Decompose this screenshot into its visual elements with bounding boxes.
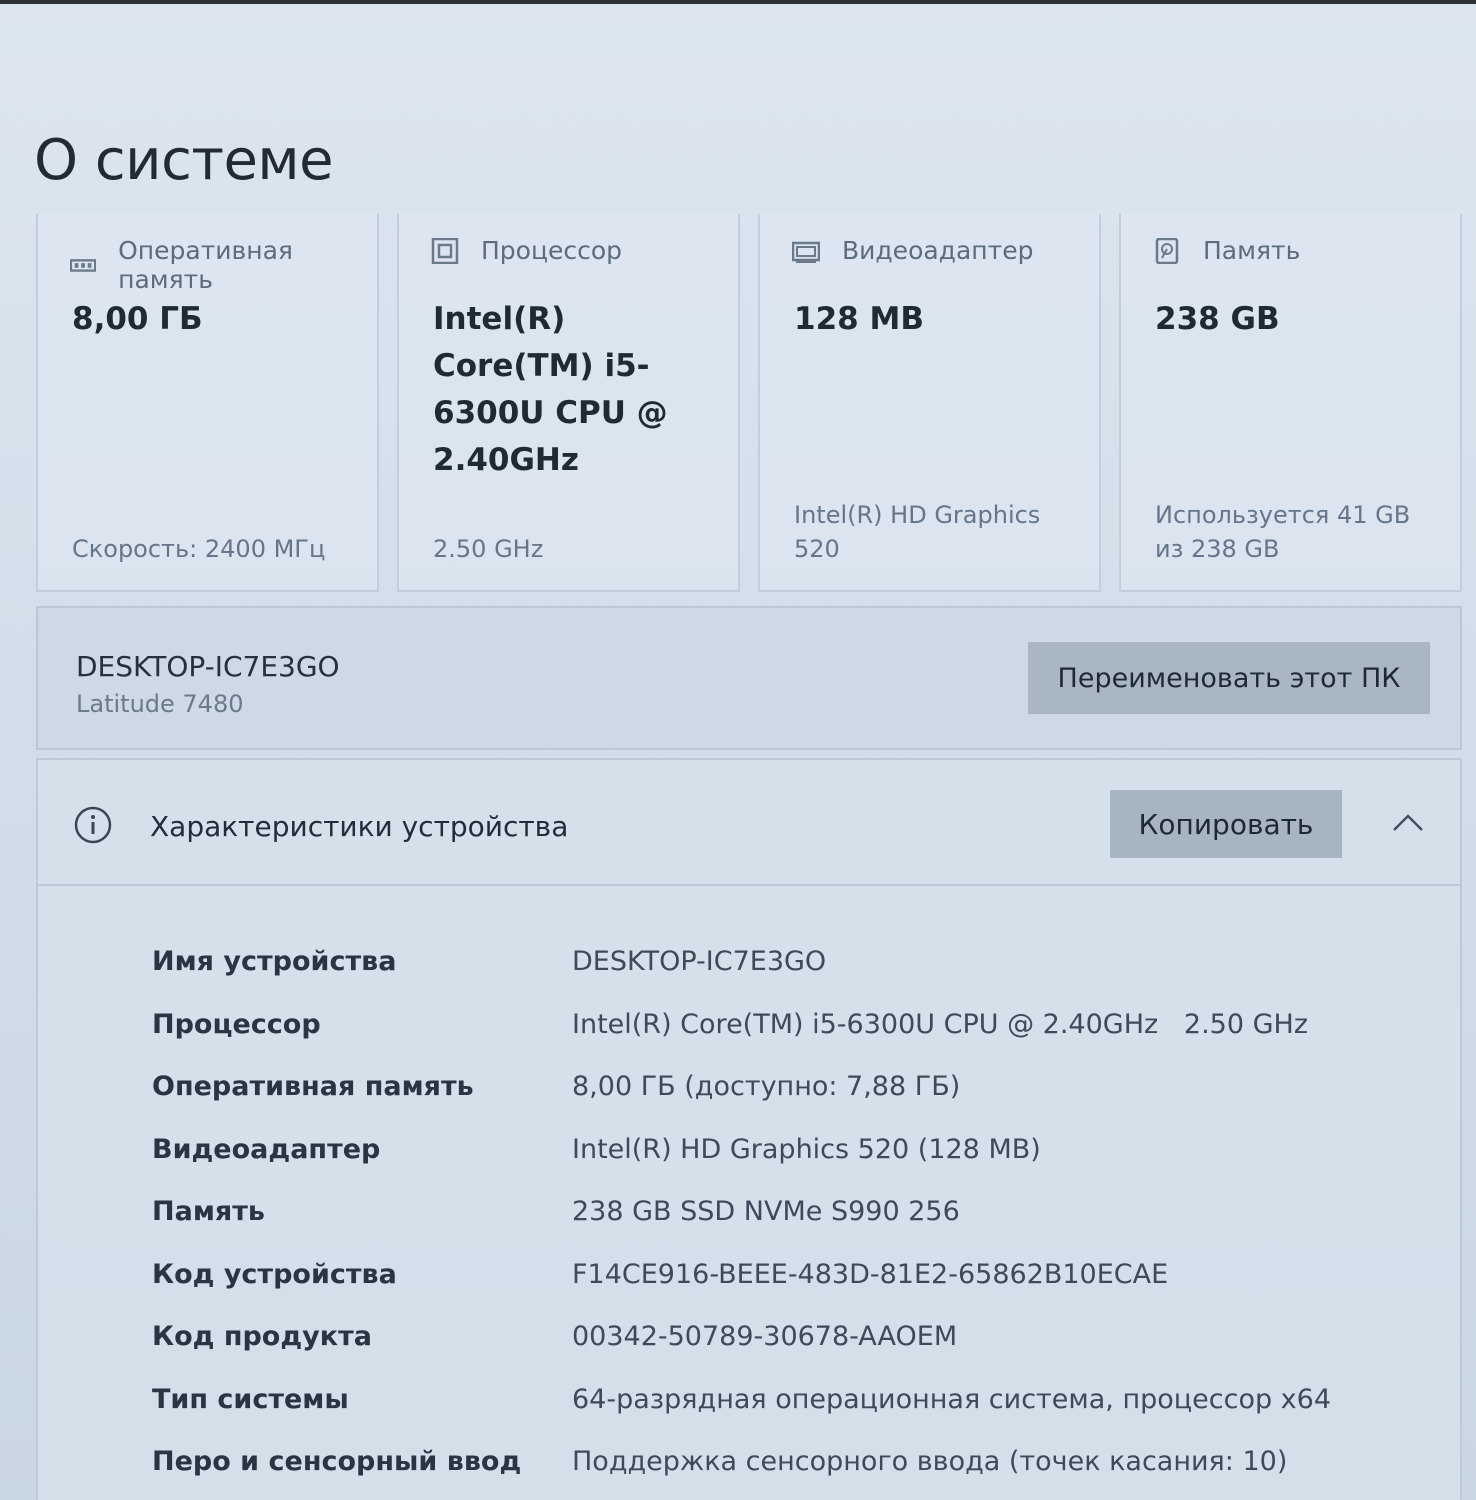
card-storage: Память 238 GB Используется 41 GB из 238 … <box>1119 214 1462 592</box>
spec-row: Имя устройства DESKTOP-IC7E3GO <box>152 946 1442 1009</box>
window-top-edge <box>0 0 1476 4</box>
spec-row: Код продукта 00342-50789-30678-AAOEM <box>152 1321 1442 1384</box>
spec-row: Перо и сенсорный ввод Поддержка сенсорно… <box>152 1446 1442 1500</box>
spec-value: 8,00 ГБ (доступно: 7,88 ГБ) <box>572 1071 961 1102</box>
card-header: Оперативная память <box>70 236 377 294</box>
spec-label: Код устройства <box>152 1258 397 1290</box>
device-name-panel: DESKTOP-IC7E3GO Latitude 7480 Переименов… <box>36 606 1462 750</box>
spec-cards: Оперативная память 8,00 ГБ Скорость: 240… <box>36 214 1462 592</box>
spec-value: 238 GB SSD NVMe S990 256 <box>572 1196 960 1227</box>
spec-row: Видеоадаптер Intel(R) HD Graphics 520 (1… <box>152 1134 1442 1197</box>
spec-label: Видеоадаптер <box>152 1133 381 1165</box>
card-label: Оперативная память <box>118 236 293 294</box>
card-value: 128 MB <box>794 301 924 337</box>
card-header: Процессор <box>431 236 622 265</box>
spec-row: Процессор Intel(R) Core(TM) i5-6300U CPU… <box>152 1009 1442 1072</box>
spec-label: Имя устройства <box>152 946 397 977</box>
device-specifications-section: Характеристики устройства Копировать Имя… <box>36 758 1462 1500</box>
card-header: Память <box>1153 236 1300 265</box>
spec-row: Память 238 GB SSD NVMe S990 256 <box>152 1196 1442 1259</box>
card-detail: 2.50 GHz <box>433 535 544 563</box>
device-name: DESKTOP-IC7E3GO <box>76 650 340 683</box>
storage-icon <box>1155 237 1179 264</box>
card-value: 238 GB <box>1155 301 1280 337</box>
card-detail: Intel(R) HD Graphics 520 <box>794 501 1041 563</box>
spec-value: F14CE916-BEEE-483D-81E2-65862B10ECAE <box>572 1258 1169 1290</box>
spec-value: Intel(R) HD Graphics 520 (128 MB) <box>572 1133 1041 1165</box>
spec-row: Оперативная память 8,00 ГБ (доступно: 7,… <box>152 1071 1442 1134</box>
ram-icon <box>70 259 97 272</box>
card-detail: Используется 41 GB из 238 GB <box>1155 501 1411 563</box>
video-adapter-icon <box>792 241 820 263</box>
spec-value: 64-разрядная операционная система, проце… <box>572 1383 1332 1415</box>
card-label: Память <box>1203 236 1301 265</box>
page-title: О системе <box>34 128 334 193</box>
copy-button[interactable]: Копировать <box>1110 790 1342 858</box>
spec-row: Тип системы 64-разрядная операционная си… <box>152 1384 1442 1447</box>
card-value: 8,00 ГБ <box>72 301 203 337</box>
card-value: Intel(R) Core(TM) i5-6300U CPU @ 2.40GHz <box>433 301 668 478</box>
device-model: Latitude 7480 <box>76 690 244 718</box>
spec-value: DESKTOP-IC7E3GO <box>572 946 827 977</box>
spec-label: Перо и сенсорный ввод <box>152 1446 522 1477</box>
processor-icon <box>431 237 459 264</box>
specs-header[interactable]: Характеристики устройства Копировать <box>38 760 1460 886</box>
card-label: Процессор <box>481 236 623 265</box>
info-icon <box>74 806 112 844</box>
spec-rows: Имя устройства DESKTOP-IC7E3GO Процессор… <box>152 946 1442 1500</box>
card-detail: Скорость: 2400 МГц <box>72 535 326 563</box>
spec-label: Тип системы <box>152 1383 349 1415</box>
card-video-adapter: Видеоадаптер 128 MB Intel(R) HD Graphics… <box>758 214 1101 592</box>
card-processor: Процессор Intel(R) Core(TM) i5-6300U CPU… <box>397 214 740 592</box>
rename-pc-button[interactable]: Переименовать этот ПК <box>1028 642 1430 714</box>
chevron-up-icon[interactable] <box>1392 812 1424 832</box>
card-header: Видеоадаптер <box>792 236 1033 265</box>
spec-label: Память <box>152 1196 265 1227</box>
card-ram: Оперативная память 8,00 ГБ Скорость: 240… <box>36 214 379 592</box>
spec-row: Код устройства F14CE916-BEEE-483D-81E2-6… <box>152 1259 1442 1322</box>
spec-label: Процессор <box>152 1008 321 1040</box>
spec-value: Поддержка сенсорного ввода (точек касани… <box>572 1446 1288 1477</box>
card-label: Видеоадаптер <box>842 236 1034 265</box>
spec-label: Оперативная память <box>152 1071 474 1102</box>
specs-title: Характеристики устройства <box>150 810 569 843</box>
spec-value: Intel(R) Core(TM) i5-6300U CPU @ 2.40GHz… <box>572 1008 1309 1040</box>
spec-label: Код продукта <box>152 1321 372 1352</box>
spec-value: 00342-50789-30678-AAOEM <box>572 1321 958 1352</box>
